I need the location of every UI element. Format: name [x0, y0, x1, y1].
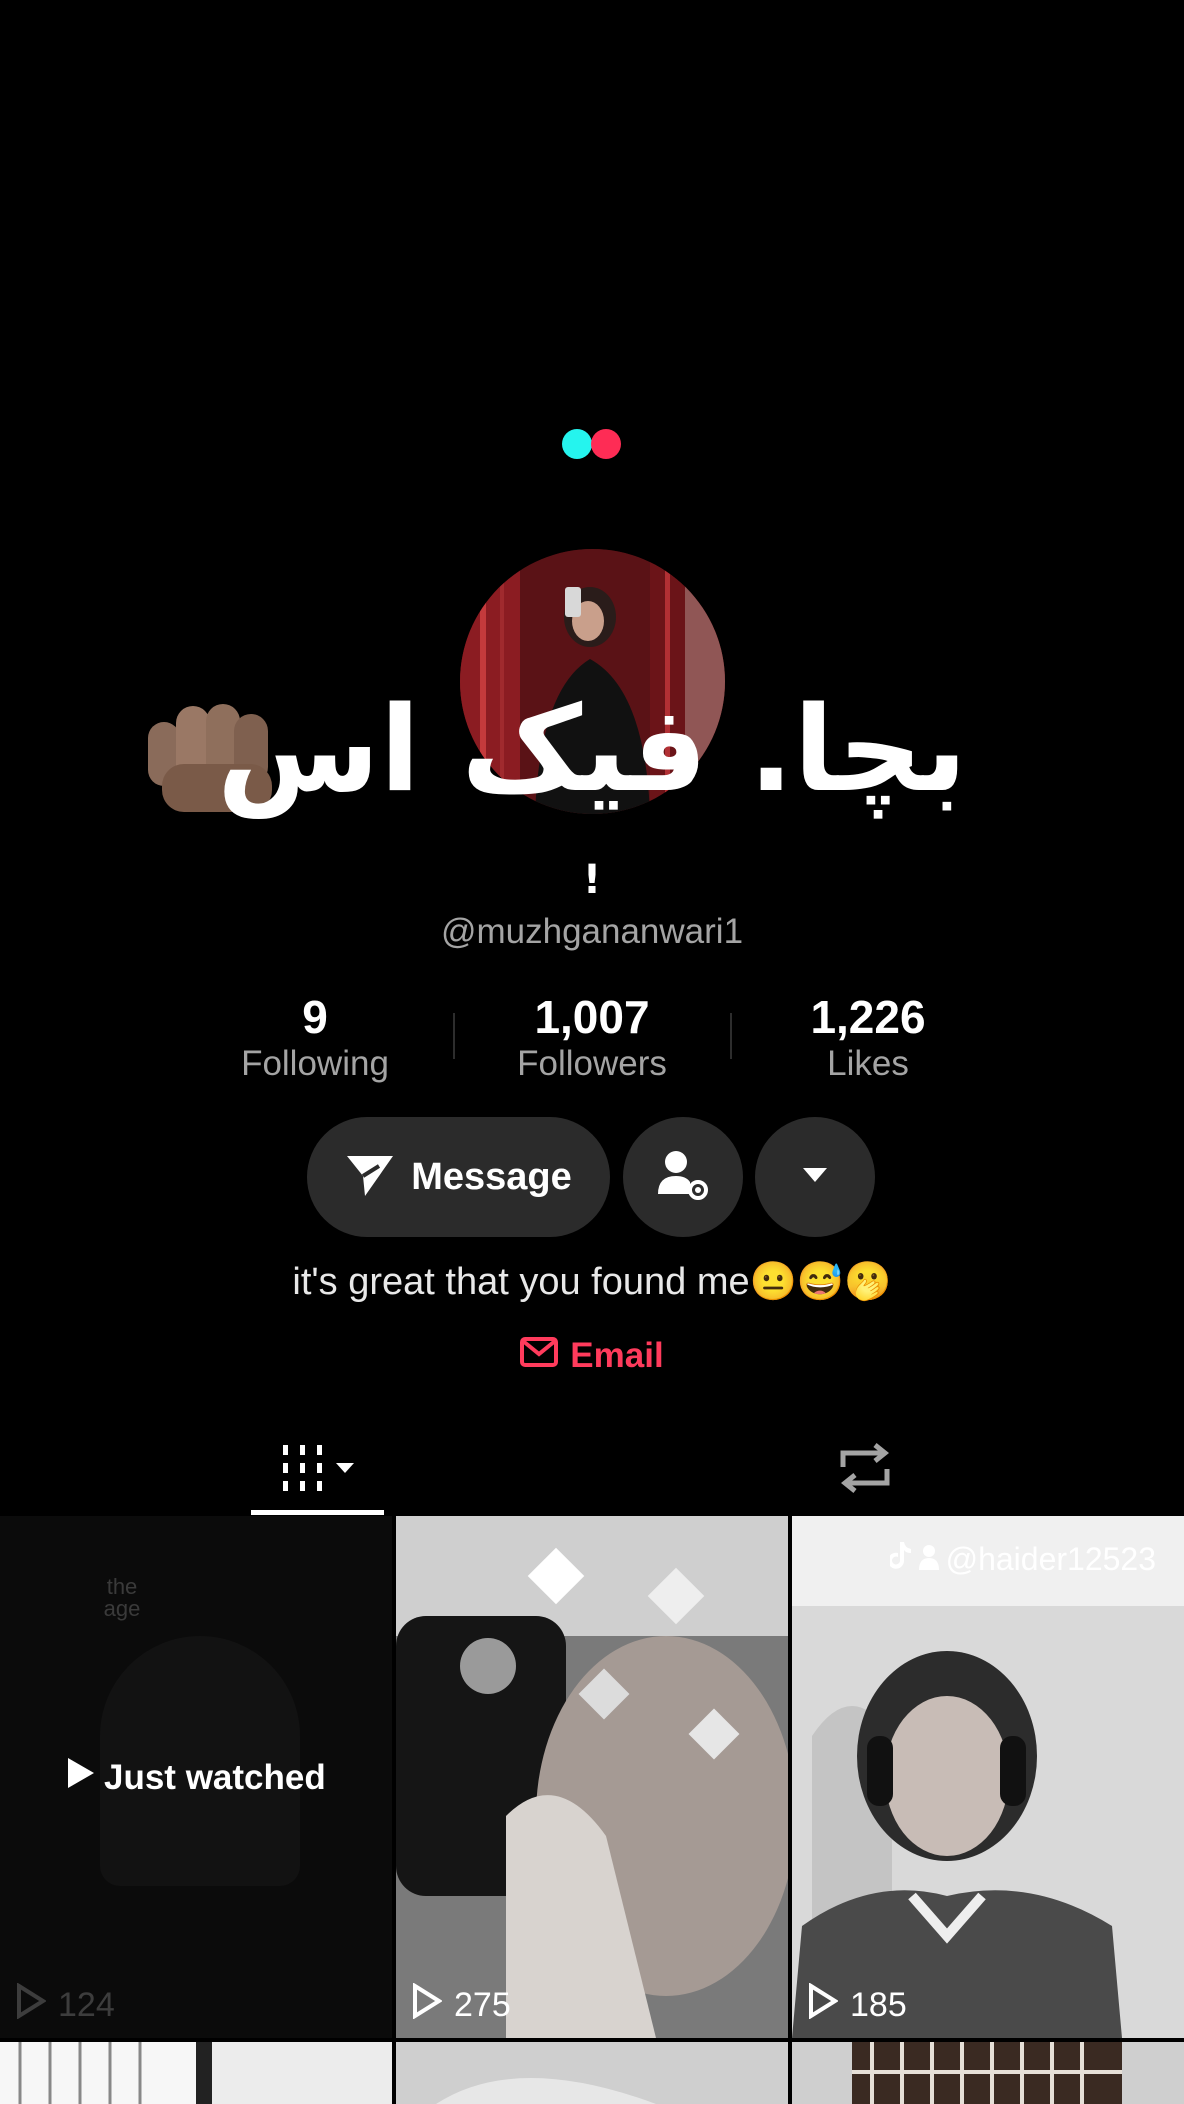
view-count-value: 124	[58, 1986, 115, 2024]
message-label: Message	[411, 1155, 572, 1198]
stat-value: 1,007	[534, 991, 650, 1043]
video-tile[interactable]: @haider12523 185	[792, 1516, 1184, 2038]
tab-active-indicator	[251, 1510, 384, 1515]
loading-dot-red	[591, 429, 621, 459]
view-count-value: 275	[454, 1986, 511, 2024]
tile-thumbnail	[792, 1516, 1184, 2038]
tile-thumbnail	[792, 2042, 1184, 2104]
stat-divider	[453, 1013, 455, 1059]
stat-divider	[730, 1013, 732, 1059]
repost-icon	[835, 1441, 895, 1500]
video-tile[interactable]	[792, 2042, 1184, 2104]
creator-tag: @haider12523	[887, 1540, 1156, 1578]
add-friend-button[interactable]	[623, 1117, 743, 1237]
person-gear-icon	[656, 1148, 710, 1207]
play-outline-icon	[412, 1982, 443, 2028]
just-watched-label: Just watched	[104, 1757, 326, 1797]
just-watched-badge: Just watched	[66, 1756, 326, 1799]
tile-thumbnail	[0, 2042, 392, 2104]
view-count: 185	[808, 1982, 907, 2028]
view-count: 124	[16, 1982, 115, 2028]
video-tile[interactable]	[0, 2042, 392, 2104]
video-tile[interactable]: 275	[396, 1516, 788, 2038]
message-button[interactable]: Message	[307, 1117, 610, 1237]
display-name: بچا. فیک اس	[216, 680, 968, 818]
video-tile[interactable]	[396, 2042, 788, 2104]
person-icon	[918, 1541, 940, 1578]
username: @muzhgananwari1	[440, 912, 744, 951]
stat-label: Following	[241, 1044, 389, 1083]
loading-dot-cyan	[562, 429, 592, 459]
caret-down-icon	[335, 1461, 355, 1479]
stat-following[interactable]: 9 Following	[215, 990, 415, 1084]
send-icon	[345, 1152, 395, 1203]
play-outline-icon	[808, 1982, 839, 2028]
stat-likes[interactable]: 1,226 Likes	[768, 990, 968, 1084]
bio: it's great that you found me😐😅🫢	[292, 1261, 892, 1303]
video-tile[interactable]: the age Just watched 124	[0, 1516, 392, 2038]
tile-thumbnail	[396, 2042, 788, 2104]
tab-videos[interactable]	[251, 1430, 384, 1510]
play-icon	[66, 1756, 96, 1799]
stat-followers[interactable]: 1,007 Followers	[490, 990, 694, 1084]
more-options-button[interactable]	[755, 1117, 875, 1237]
mail-icon	[520, 1336, 559, 1376]
tab-reposts[interactable]	[810, 1430, 920, 1510]
display-name-suffix: !	[582, 857, 602, 903]
stat-value: 9	[302, 991, 328, 1043]
email-link[interactable]: Email	[480, 1336, 704, 1376]
stat-label: Followers	[517, 1044, 667, 1083]
tile-thumbnail	[396, 1516, 788, 2038]
tiktok-icon	[887, 1540, 912, 1578]
stat-value: 1,226	[810, 991, 926, 1043]
play-outline-icon	[16, 1982, 47, 2028]
caret-down-icon	[801, 1166, 829, 1189]
creator-tag-label: @haider12523	[945, 1540, 1156, 1577]
grid-icon	[281, 1443, 325, 1498]
view-count: 275	[412, 1982, 511, 2028]
email-label: Email	[570, 1336, 664, 1375]
tile-thumbnail-text: the age	[103, 1574, 141, 1621]
stat-label: Likes	[827, 1044, 909, 1083]
view-count-value: 185	[850, 1986, 907, 2024]
